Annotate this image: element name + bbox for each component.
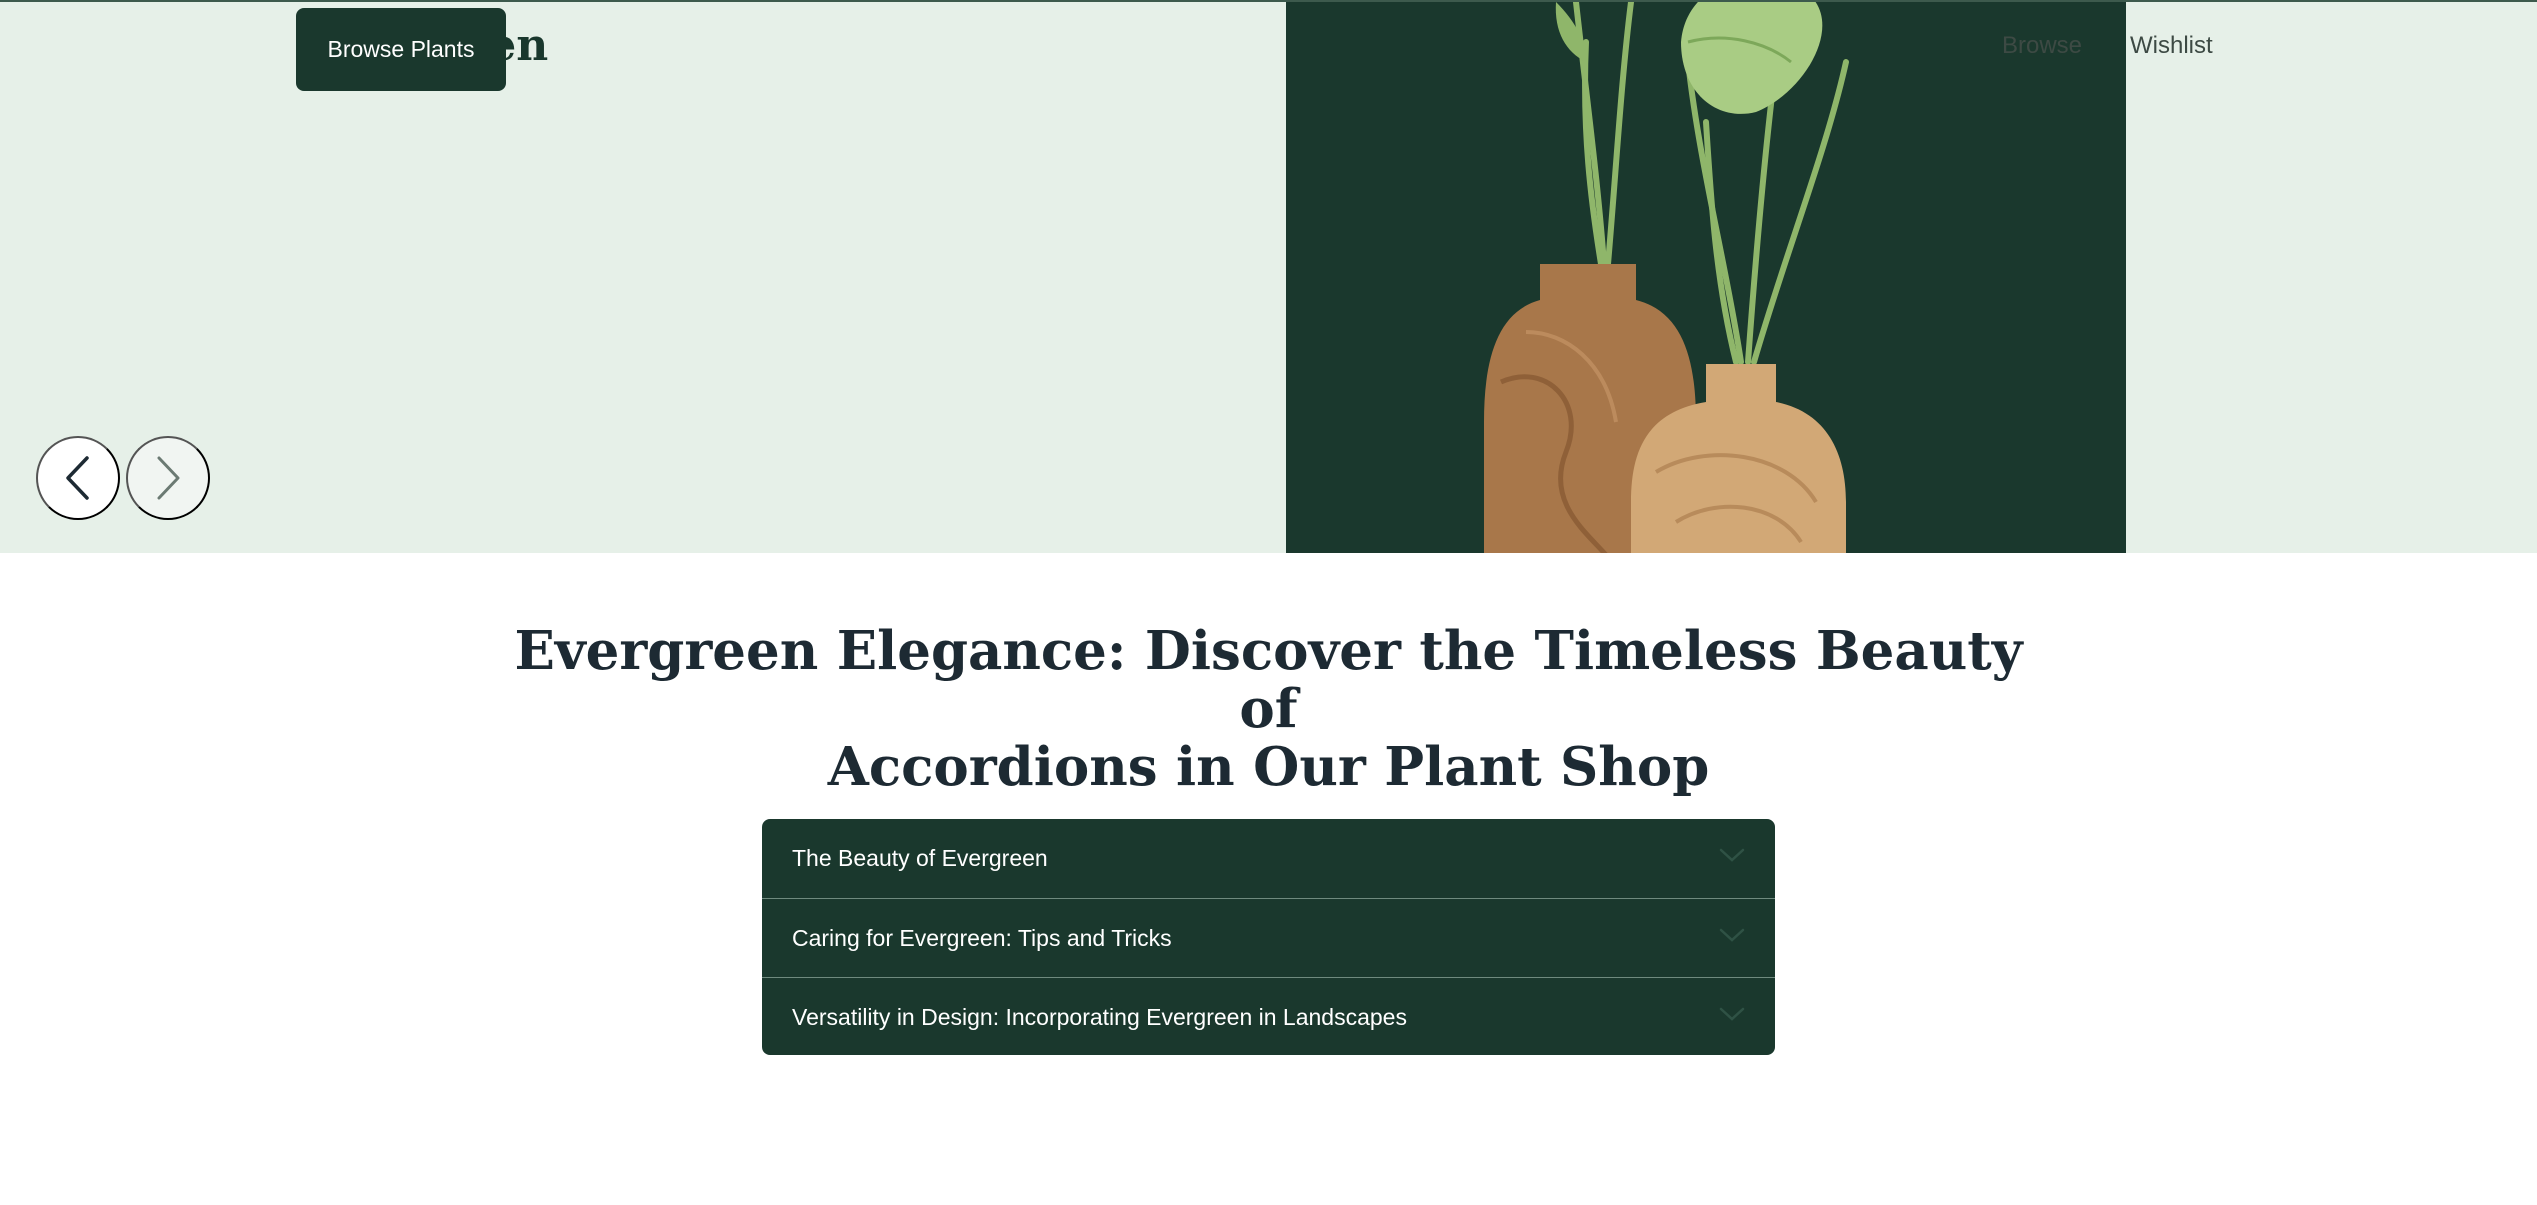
chevron-down-icon (1719, 928, 1745, 942)
accordion-item-beauty[interactable]: The Beauty of Evergreen (762, 819, 1775, 898)
headline-line-2: Accordions in Our Plant Shop (827, 736, 1710, 798)
carousel-next-button[interactable] (126, 436, 210, 520)
headline-line-1: Evergreen Elegance: Discover the Timeles… (514, 620, 2023, 740)
hero-image-plant-vases (1286, 2, 2126, 553)
accordion-item-title: Caring for Evergreen: Tips and Tricks (792, 924, 1172, 951)
accordion-item-caring[interactable]: Caring for Evergreen: Tips and Tricks (762, 898, 1775, 977)
nav-link-wishlist[interactable]: Wishlist (2130, 32, 2213, 60)
accordion-item-title: The Beauty of Evergreen (792, 845, 1048, 871)
carousel-prev-button[interactable] (36, 436, 120, 520)
hero-banner: Evergreen Browse Plants Browse Wishlist (0, 0, 2537, 553)
chevron-left-icon (66, 456, 89, 500)
nav-link-browse[interactable]: Browse (2002, 32, 2082, 60)
chevron-down-icon (1719, 848, 1745, 862)
accordion-item-title: Versatility in Design: Incorporating Eve… (792, 1003, 1407, 1030)
chevron-right-icon (157, 456, 180, 500)
chevron-down-icon (1719, 1007, 1745, 1021)
plant-vases-illustration (1484, 2, 1849, 553)
accordion-item-versatility[interactable]: Versatility in Design: Incorporating Eve… (762, 977, 1775, 1055)
browse-plants-button[interactable]: Browse Plants (296, 8, 506, 91)
accordion: The Beauty of Evergreen Caring for Everg… (762, 819, 1775, 1055)
page-headline: Evergreen Elegance: Discover the Timeles… (500, 622, 2037, 796)
